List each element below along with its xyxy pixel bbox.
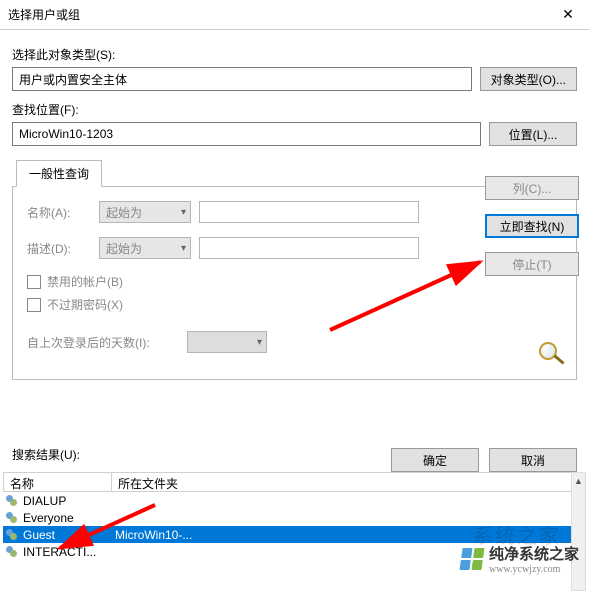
- columns-button[interactable]: 列(C)...: [485, 176, 579, 200]
- location-field[interactable]: MicroWin10-1203: [12, 122, 481, 146]
- result-name: DIALUP: [23, 494, 115, 508]
- users-icon: [5, 528, 19, 542]
- checkbox-icon: [27, 298, 41, 312]
- result-name: Everyone: [23, 511, 115, 525]
- object-type-label: 选择此对象类型(S):: [12, 46, 577, 63]
- result-name: Guest: [23, 528, 115, 542]
- column-header-folder[interactable]: 所在文件夹: [112, 473, 585, 491]
- ok-button[interactable]: 确定: [391, 448, 479, 472]
- result-row[interactable]: DIALUP: [3, 492, 571, 509]
- days-since-logon-label: 自上次登录后的天数(I):: [27, 334, 187, 351]
- results-header: 名称 所在文件夹: [3, 472, 586, 492]
- description-input[interactable]: [199, 237, 419, 259]
- location-label: 查找位置(F):: [12, 101, 577, 118]
- object-type-field[interactable]: 用户或内置安全主体: [12, 67, 472, 91]
- tab-common-queries[interactable]: 一般性查询: [16, 160, 102, 187]
- chevron-down-icon: ▾: [257, 337, 262, 348]
- description-match-value: 起始为: [106, 240, 142, 257]
- scroll-up-icon[interactable]: ▲: [572, 473, 585, 489]
- nonexpiring-password-label: 不过期密码(X): [47, 296, 123, 313]
- watermark-logo-icon: [459, 548, 484, 570]
- object-types-button[interactable]: 对象类型(O)...: [480, 67, 577, 91]
- watermark-brand: 纯净系统之家: [489, 543, 579, 564]
- users-icon: [5, 494, 19, 508]
- name-input[interactable]: [199, 201, 419, 223]
- location-value: MicroWin10-1203: [19, 127, 113, 141]
- nonexpiring-password-checkbox[interactable]: 不过期密码(X): [27, 296, 562, 313]
- title-bar: 选择用户或组 ✕: [0, 0, 589, 30]
- users-icon: [5, 545, 19, 559]
- stop-button[interactable]: 停止(T): [485, 252, 579, 276]
- description-match-combo[interactable]: 起始为 ▾: [99, 237, 191, 259]
- chevron-down-icon: ▾: [181, 243, 186, 254]
- search-results-label: 搜索结果(U):: [12, 446, 80, 463]
- name-label: 名称(A):: [27, 204, 99, 221]
- name-match-combo[interactable]: 起始为 ▾: [99, 201, 191, 223]
- cancel-button[interactable]: 取消: [489, 448, 577, 472]
- chevron-down-icon: ▾: [181, 207, 186, 218]
- close-icon: ✕: [562, 6, 574, 23]
- disabled-accounts-label: 禁用的帐户(B): [47, 273, 123, 290]
- column-header-name[interactable]: 名称: [4, 473, 112, 491]
- locations-button[interactable]: 位置(L)...: [489, 122, 577, 146]
- checkbox-icon: [27, 275, 41, 289]
- object-type-value: 用户或内置安全主体: [19, 71, 127, 88]
- users-icon: [5, 511, 19, 525]
- result-name: INTERACTI...: [23, 545, 115, 559]
- days-since-logon-combo[interactable]: ▾: [187, 331, 267, 353]
- name-match-value: 起始为: [106, 204, 142, 221]
- find-now-button[interactable]: 立即查找(N): [485, 214, 579, 238]
- window-title: 选择用户或组: [8, 6, 80, 23]
- watermark-url: www.ycwjzy.com: [489, 564, 579, 575]
- close-button[interactable]: ✕: [547, 1, 589, 29]
- description-label: 描述(D):: [27, 240, 99, 257]
- result-folder: MicroWin10-...: [115, 528, 192, 542]
- watermark: 纯净系统之家 www.ycwjzy.com: [461, 543, 579, 575]
- disabled-accounts-checkbox[interactable]: 禁用的帐户(B): [27, 273, 562, 290]
- search-decoration-icon: [533, 340, 571, 368]
